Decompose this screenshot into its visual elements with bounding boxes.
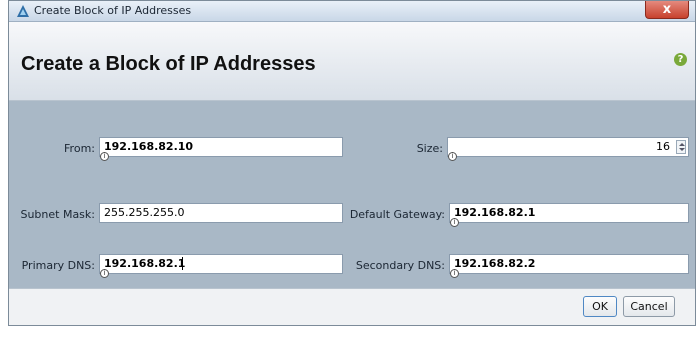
ok-button[interactable]: OK <box>583 296 617 317</box>
default-gateway-info-icon: i <box>450 218 459 227</box>
secondary-dns-label: Secondary DNS: <box>355 259 445 272</box>
cancel-button[interactable]: Cancel <box>623 296 675 317</box>
primary-dns-value: 192.168.82.1 <box>104 257 186 270</box>
window-title: Create Block of IP Addresses <box>34 4 192 17</box>
ip-block-form: From: 192.168.82.10 i Size: 16 i Subnet … <box>9 101 695 286</box>
default-gateway-label: Default Gateway: <box>349 208 445 221</box>
size-value: 16 <box>656 140 670 153</box>
primary-dns-label: Primary DNS: <box>21 259 95 272</box>
app-logo-icon <box>17 5 29 17</box>
text-cursor <box>182 257 183 270</box>
from-info-icon: i <box>100 152 109 161</box>
dialog-footer: OK Cancel <box>9 288 695 325</box>
dialog-window: Create Block of IP Addresses x Create a … <box>8 0 696 326</box>
subnet-mask-field[interactable]: 255.255.255.0 <box>99 203 343 223</box>
secondary-dns-info-icon: i <box>450 269 459 278</box>
dialog-header: Create a Block of IP Addresses ? <box>9 22 695 101</box>
size-stepper[interactable]: 16 <box>447 137 689 157</box>
help-icon[interactable]: ? <box>674 53 687 66</box>
from-field[interactable]: 192.168.82.10 <box>99 137 343 157</box>
subnet-mask-label: Subnet Mask: <box>20 208 95 221</box>
size-info-icon: i <box>448 152 457 161</box>
primary-dns-field[interactable]: 192.168.82.1 <box>99 254 343 274</box>
size-spinner-icon[interactable] <box>676 140 686 154</box>
page-title: Create a Block of IP Addresses <box>21 53 316 75</box>
default-gateway-field[interactable]: 192.168.82.1 <box>449 203 689 223</box>
from-label: From: <box>64 142 95 155</box>
close-button[interactable]: x <box>645 1 689 19</box>
primary-dns-info-icon: i <box>100 269 109 278</box>
title-bar[interactable]: Create Block of IP Addresses x <box>9 1 695 22</box>
size-label: Size: <box>416 142 443 155</box>
secondary-dns-field[interactable]: 192.168.82.2 <box>449 254 689 274</box>
